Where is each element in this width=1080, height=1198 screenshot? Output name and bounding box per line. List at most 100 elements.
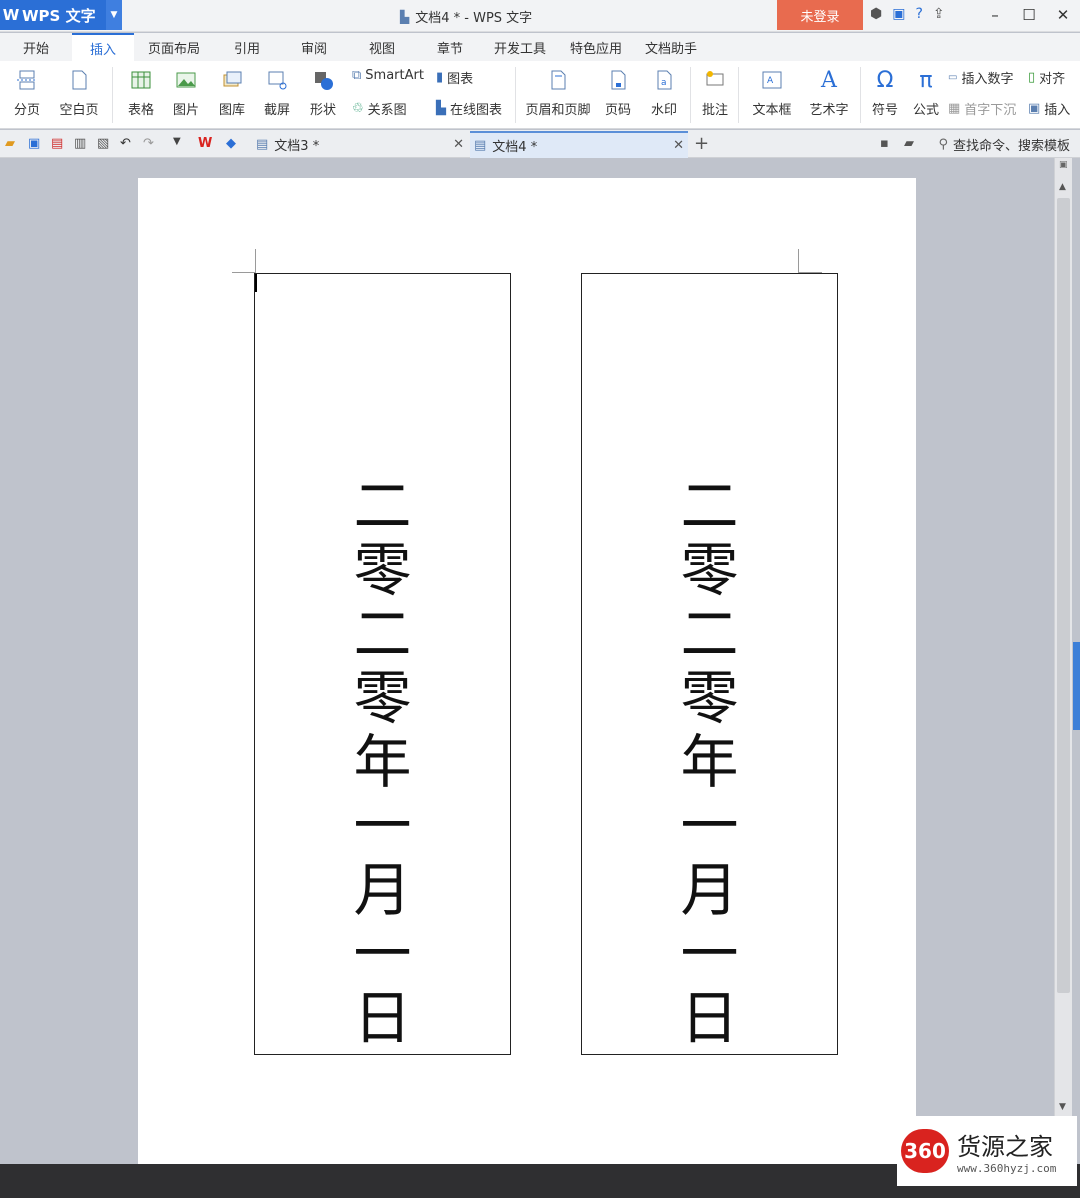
picture-button[interactable]: 图片 [167,61,205,118]
page-number-icon [606,68,630,92]
login-button[interactable]: 未登录 [777,0,863,30]
close-tab-icon[interactable]: ✕ [673,138,684,153]
blank-page-label: 空白页 [59,103,99,118]
ribbon-insert: 分页 空白页 表格 图片 图库 截屏 形状 ⧉ SmartArt ▮ 图表 ♲ … [0,61,1080,129]
tab-special[interactable]: 特色应用 [556,33,636,61]
vertical-character: 年 [680,728,739,796]
pin-icon[interactable]: ▪ [880,136,896,152]
scroll-up-icon[interactable]: ▲ [1059,182,1066,192]
smartart-icon: ⧉ [352,68,362,83]
formula-button[interactable]: π 公式 [910,61,942,119]
tab-review[interactable]: 审阅 [280,33,348,61]
table-label: 表格 [127,103,154,118]
maximize-icon[interactable]: ☐ [1012,0,1046,30]
close-tab-icon[interactable]: ✕ [453,137,464,152]
side-panel-toggle[interactable] [1073,642,1080,730]
print-icon[interactable]: ▥ [74,136,90,152]
screenshot-icon [265,68,289,92]
notification-icon[interactable]: ▰ [904,136,920,152]
tab-developer[interactable]: 开发工具 [484,33,556,61]
split-view-icon[interactable]: ▣ [1059,160,1068,170]
cloud-box-icon[interactable]: ◆ [226,136,242,152]
tab-page-layout[interactable]: 页面布局 [134,33,214,61]
watermark-label: 水印 [650,103,677,118]
document-page[interactable]: 二零二零年一月一日 二零二零年一月一日 [138,178,916,1168]
smartart-label: SmartArt [365,68,424,83]
help-icon[interactable]: ? [915,6,922,22]
minimize-icon[interactable]: – [978,0,1012,30]
command-search[interactable]: ⚲ 查找命令、搜索模板 [938,135,1070,154]
save-icon[interactable]: ▣ [28,136,44,152]
skin-icon[interactable]: ⬢ [870,6,882,22]
redo-icon[interactable]: ↷ [143,136,159,152]
gallery-button[interactable]: 图库 [213,61,251,118]
scrollbar-thumb[interactable] [1057,198,1070,993]
screenshot-button[interactable]: 截屏 [258,61,296,118]
tab-references[interactable]: 引用 [214,33,280,61]
vertical-textbox-right[interactable]: 二零二零年一月一日 [581,273,838,1055]
vertical-character: 零 [353,664,412,732]
dropcap-label: 首字下沉 [964,103,1017,118]
relation-chart-button[interactable]: ♲ 关系图 [352,99,407,118]
app-menu-button[interactable]: W WPS 文字 ▼ [0,0,122,30]
picture-label: 图片 [172,103,199,118]
vertical-textbox-left[interactable]: 二零二零年一月一日 [254,273,511,1055]
undo-icon[interactable]: ↶ [120,136,136,152]
shape-button[interactable]: 形状 [304,61,342,118]
feedback-icon[interactable]: ▣ [892,6,905,22]
customize-dropdown-icon[interactable]: ▼ [173,136,189,152]
wps-w-icon[interactable]: W [198,136,214,152]
doc-tab-1[interactable]: ▤ 文档3 * ✕ [252,131,468,158]
watermark-badge: 360 [901,1129,949,1173]
vertical-character: 一 [353,792,412,860]
vertical-scrollbar[interactable]: ▣ ▲ ▼ [1054,158,1072,1116]
tab-doc-assistant[interactable]: 文档助手 [636,33,706,61]
comment-button[interactable]: 批注 [698,61,732,118]
tab-section[interactable]: 章节 [416,33,484,61]
title-tools: ⬢ ▣ ? ⇪ [870,6,945,22]
ribbon-separator [738,67,739,123]
insert-number-button[interactable]: ▭ 插入数字 [948,68,1013,87]
textbox-label: 文本框 [752,103,792,118]
export-pdf-icon[interactable]: ▤ [51,136,67,152]
chart-icon: ▮ [436,70,444,85]
open-icon[interactable]: ▰ [5,136,21,152]
align-button[interactable]: ▯ 对齐 [1028,68,1065,87]
symbol-button[interactable]: Ω 符号 [866,61,904,119]
quick-access-toolbar: ▰ ▣ ▤ ▥ ▧ ↶ ↷ ▼ W ◆ ▤ 文档3 * ✕ ▤ 文档4 * ✕ … [0,130,1080,158]
doc-tab-label: 文档3 * [274,139,320,154]
page-break-button[interactable]: 分页 [8,61,46,118]
blank-page-button[interactable]: 空白页 [54,61,104,118]
watermark-button[interactable]: a 水印 [645,61,683,118]
chart-button[interactable]: ▮ 图表 [436,68,473,87]
margin-corner-mark [798,249,822,273]
doc-tab-2[interactable]: ▤ 文档4 * ✕ [470,131,688,158]
new-tab-icon[interactable]: + [694,133,710,154]
dropcap-button[interactable]: ▦ 首字下沉 [948,99,1016,118]
textbox-button[interactable]: A 文本框 [746,61,798,118]
watermark-text: 货源之家 www.360hyzj.com [957,1127,1056,1175]
comment-icon [703,68,727,92]
close-icon[interactable]: ✕ [1046,0,1080,30]
print-preview-icon[interactable]: ▧ [97,136,113,152]
symbol-label: 符号 [871,103,898,118]
header-footer-button[interactable]: 页眉和页脚 [522,61,594,118]
ribbon-separator [515,67,516,123]
smartart-button[interactable]: ⧉ SmartArt [352,68,424,83]
vertical-character: 二 [353,600,412,668]
table-button[interactable]: 表格 [122,61,160,118]
title-bar: W WPS 文字 ▼ ▙ 文档4 * - WPS 文字 未登录 ⬢ ▣ ? ⇪ … [0,0,1080,32]
insert-object-button[interactable]: ▣ 插入 [1028,99,1070,118]
chevron-down-icon[interactable]: ▼ [106,0,122,30]
tab-view[interactable]: 视图 [348,33,416,61]
online-chart-button[interactable]: ▙ 在线图表 [436,99,502,118]
tab-insert[interactable]: 插入 [72,33,134,61]
page-number-button[interactable]: 页码 [599,61,637,118]
restore-ribbon-icon[interactable]: ⇪ [933,6,945,22]
screenshot-label: 截屏 [263,103,290,118]
site-watermark: 360 货源之家 www.360hyzj.com [897,1116,1077,1186]
tab-home[interactable]: 开始 [0,33,72,61]
wordart-button[interactable]: A 艺术字 [804,61,854,119]
textbox-icon: A [760,68,784,92]
scroll-down-icon[interactable]: ▼ [1059,1102,1066,1112]
